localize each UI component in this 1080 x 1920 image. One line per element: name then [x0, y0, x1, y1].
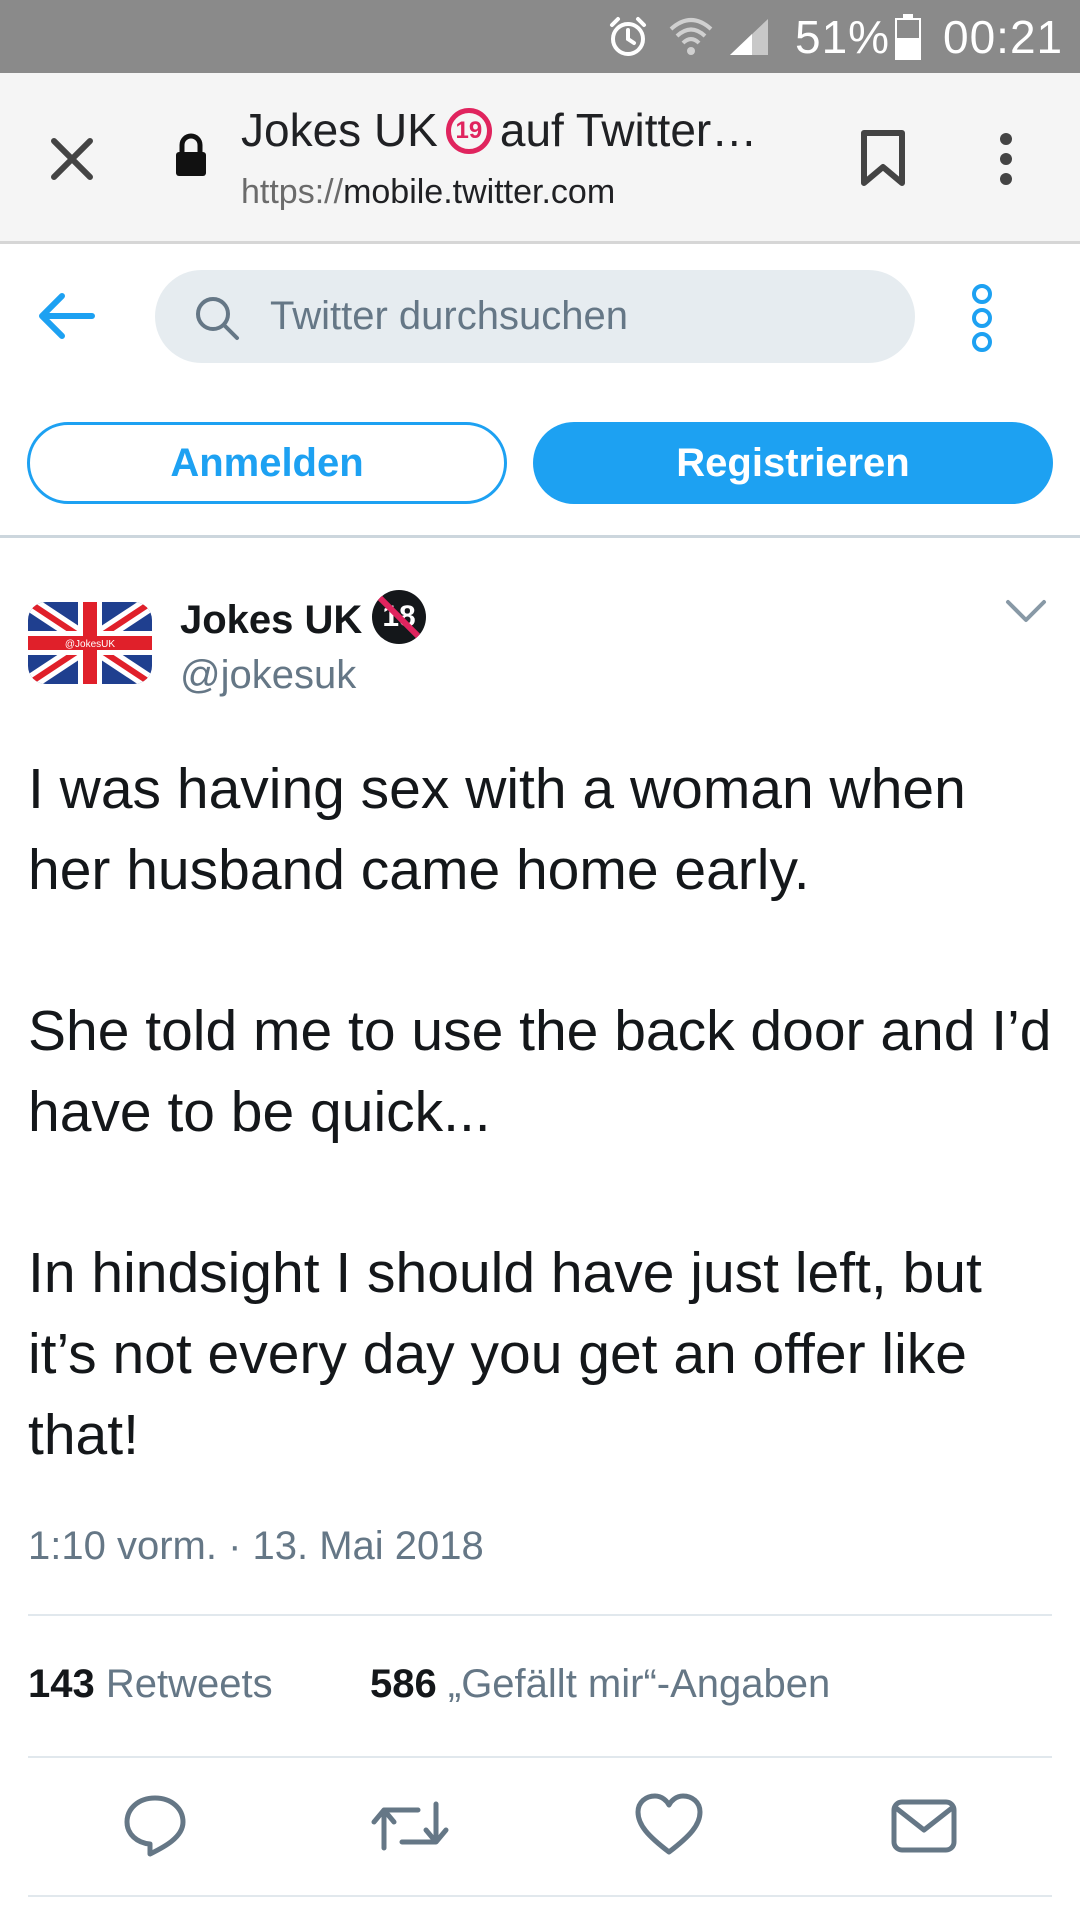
signup-button[interactable]: Registrieren — [533, 422, 1053, 504]
retweets-stat[interactable]: 143 Retweets — [28, 1662, 273, 1707]
search-input[interactable] — [270, 270, 890, 363]
reply-icon[interactable] — [122, 1792, 188, 1863]
url-display[interactable]: https://mobile.twitter.com — [241, 173, 615, 212]
tweet-paragraph: I was having sex with a woman when her h… — [28, 757, 966, 902]
like-icon[interactable] — [634, 1792, 704, 1861]
header-divider — [0, 535, 1080, 538]
more-icon[interactable] — [967, 284, 997, 357]
lock-icon — [174, 133, 208, 182]
likes-label: „Gefällt mir“-Angaben — [447, 1662, 831, 1706]
tweet-paragraph: She told me to use the back door and I’d… — [28, 999, 1052, 1144]
avatar[interactable]: @JokesUK — [28, 602, 152, 689]
tweet-paragraph: In hindsight I should have just left, bu… — [28, 1241, 982, 1467]
age-18-badge: 18 — [372, 590, 426, 644]
stats-divider-bottom — [28, 1756, 1052, 1758]
wifi-icon — [668, 0, 714, 73]
close-icon[interactable] — [48, 135, 96, 188]
likes-count: 586 — [370, 1662, 437, 1706]
battery-percent: 51% — [795, 10, 891, 63]
author-handle[interactable]: @jokesuk — [180, 653, 356, 698]
avatar-text: @JokesUK — [65, 639, 115, 650]
stats-divider-top — [28, 1614, 1052, 1616]
url-host: mobile.twitter.com — [343, 173, 616, 211]
back-arrow-icon[interactable] — [36, 292, 96, 345]
browser-toolbar: Jokes UK 19 auf Twitter… https://mobile.tw… — [0, 73, 1080, 244]
actions-divider — [28, 1895, 1052, 1897]
page-title[interactable]: Jokes UK 19 auf Twitter… — [241, 103, 757, 160]
page-title-suffix: auf Twitter… — [499, 104, 758, 156]
url-protocol: https:// — [241, 173, 344, 211]
alarm-icon — [608, 0, 648, 73]
login-button[interactable]: Anmelden — [27, 422, 507, 504]
signal-icon — [728, 0, 770, 73]
battery-icon — [895, 0, 921, 73]
page-title-prefix: Jokes UK — [241, 104, 438, 156]
share-icon[interactable] — [890, 1798, 958, 1859]
search-icon — [193, 294, 241, 347]
search-box[interactable] — [155, 270, 915, 363]
retweet-icon[interactable] — [368, 1796, 452, 1861]
bookmark-icon[interactable] — [860, 129, 906, 192]
age-19-badge: 19 — [445, 107, 492, 154]
chevron-down-icon[interactable] — [1004, 598, 1048, 631]
status-bar: 51% 00:21 — [0, 0, 1080, 73]
retweets-label: Retweets — [105, 1662, 273, 1706]
overflow-menu-icon[interactable] — [998, 131, 1014, 192]
clock: 00:21 — [943, 10, 1064, 63]
retweets-count: 143 — [28, 1662, 95, 1706]
author-name[interactable]: Jokes UK — [180, 598, 362, 643]
tweet-timestamp[interactable]: 1:10 vorm. · 13. Mai 2018 — [28, 1524, 484, 1569]
likes-stat[interactable]: 586 „Gefällt mir“-Angaben — [370, 1662, 830, 1707]
